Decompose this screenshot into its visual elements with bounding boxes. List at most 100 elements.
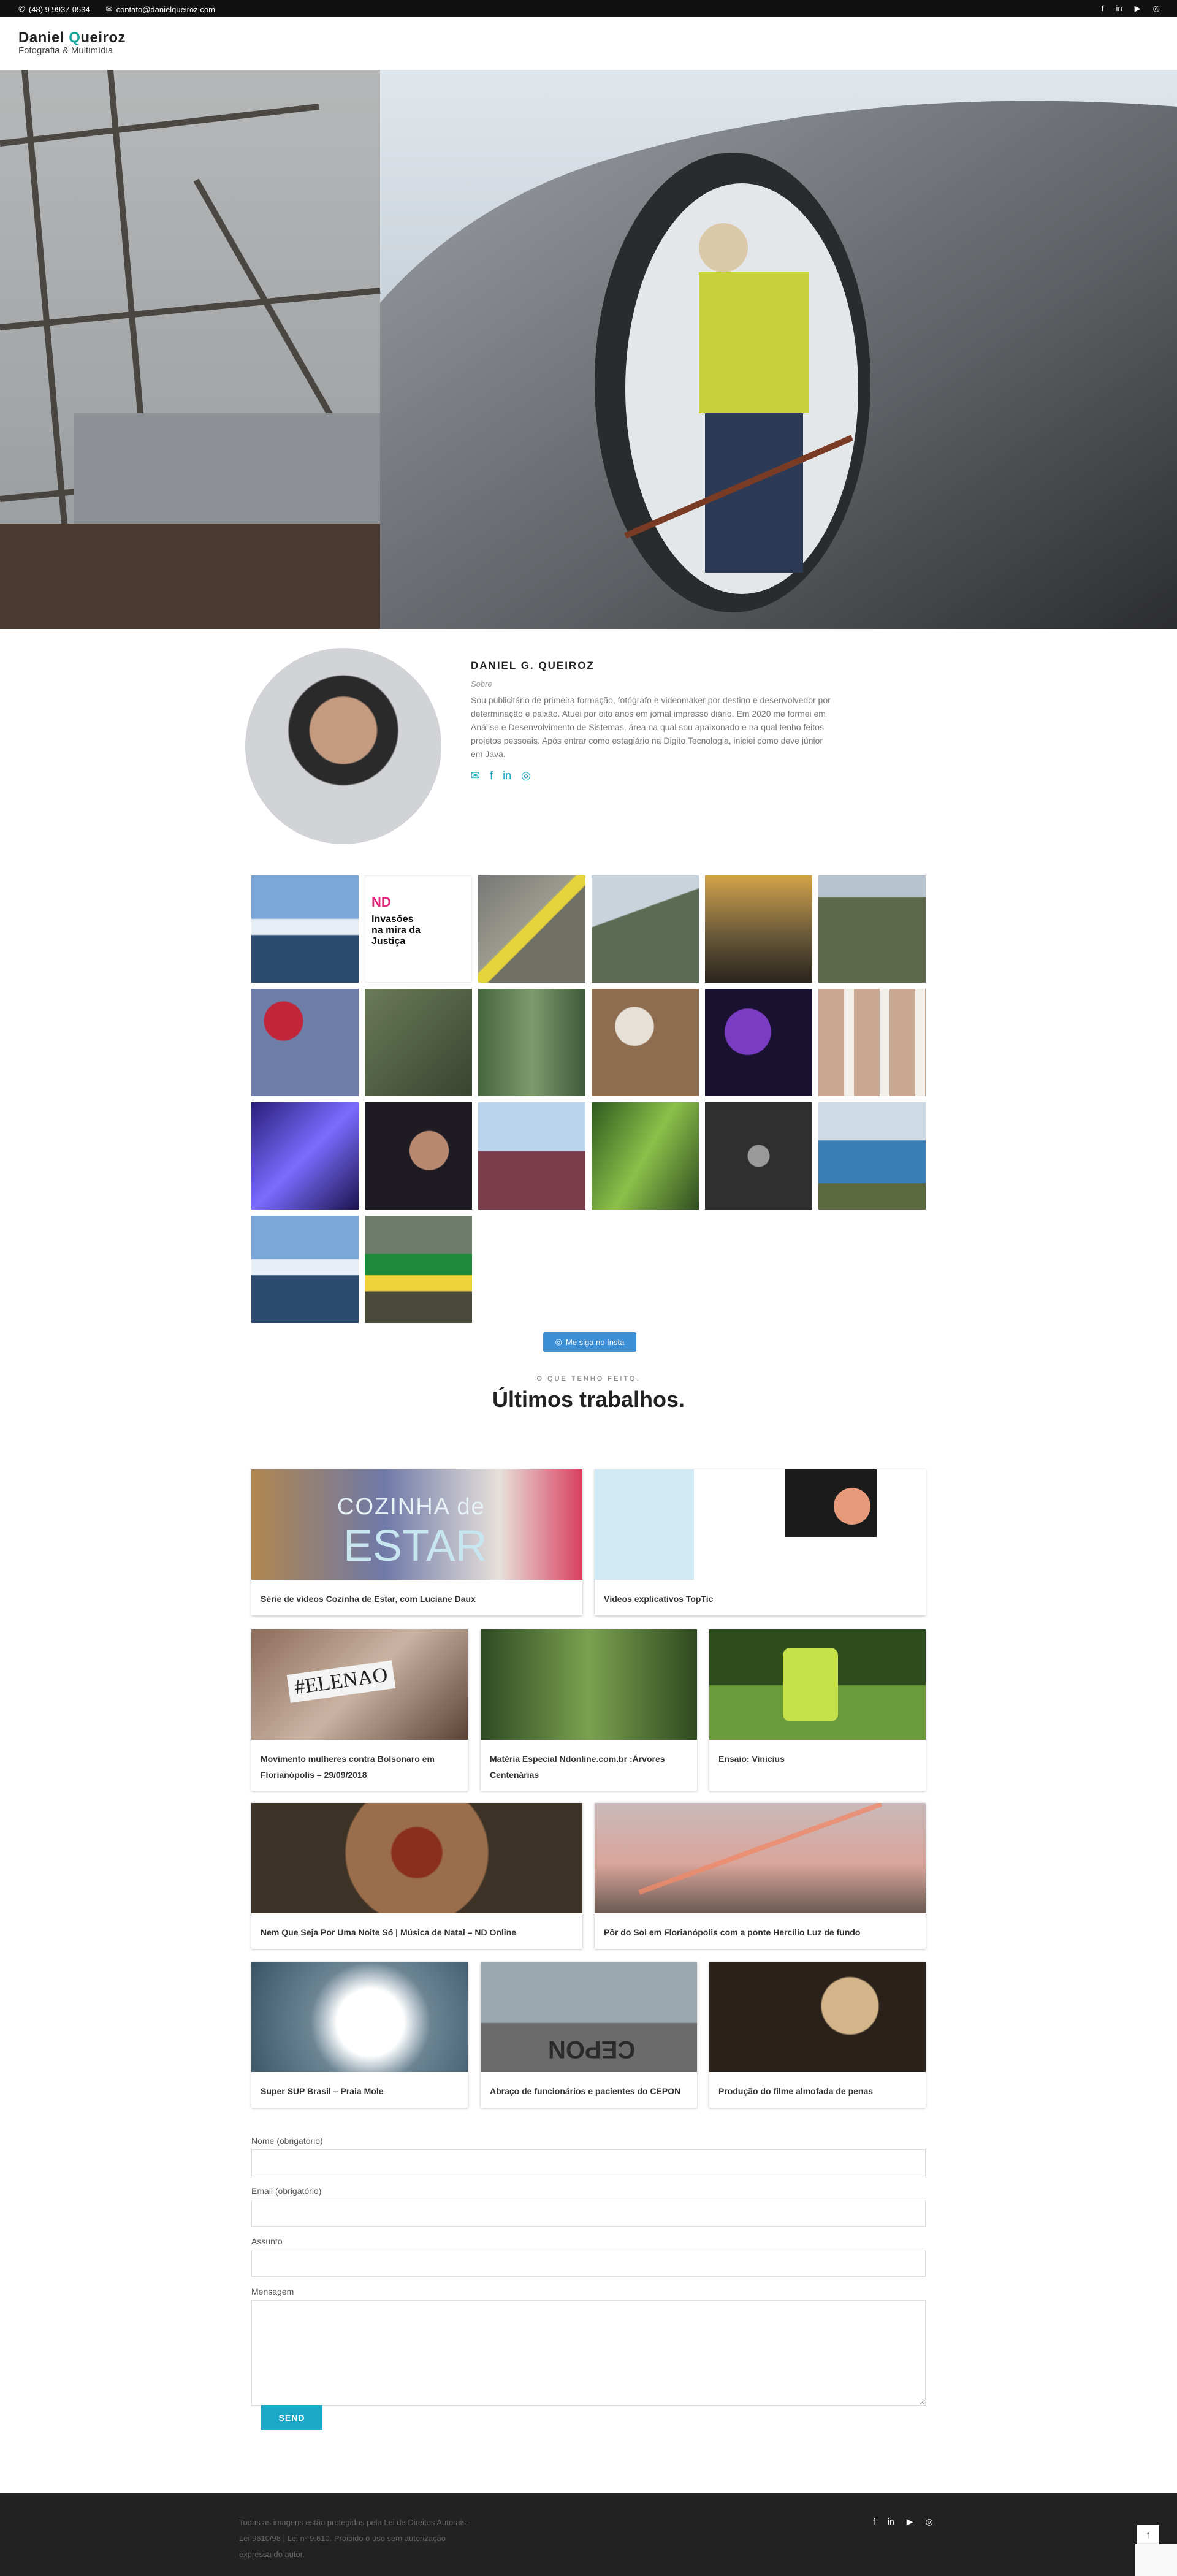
about-text: Sou publicitário de primeira formação, f… (471, 695, 831, 759)
post-logo: ND (371, 894, 391, 910)
subject-field[interactable] (251, 2250, 926, 2277)
instagram-icon: ◎ (555, 1337, 562, 1346)
facebook-icon[interactable]: f (490, 769, 493, 782)
contact-info: ✆ (48) 9 9937-0534 ✉ contato@danielqueiroz… (18, 4, 215, 14)
top-bar: ✆ (48) 9 9937-0534 ✉ contato@danielqueiroz… (0, 0, 1177, 17)
instagram-post[interactable] (818, 989, 926, 1096)
site-footer: Todas as imagens estão protegidas pela L… (0, 2493, 1177, 2576)
instagram-post[interactable] (818, 875, 926, 983)
youtube-icon[interactable]: ▶ (1135, 4, 1141, 13)
instagram-post[interactable] (592, 1102, 699, 1210)
instagram-post[interactable] (705, 1102, 812, 1210)
work-thumbnail (251, 1803, 582, 1913)
envelope-icon: ✉ (105, 4, 113, 13)
email-field[interactable] (251, 2200, 926, 2227)
instagram-feed: ND Invasões na mira da Justiça (251, 875, 926, 1323)
instagram-post[interactable] (365, 1216, 472, 1323)
work-overlay-big: #ELENAO (286, 1660, 396, 1703)
hero-photo (0, 70, 1177, 629)
instagram-icon[interactable]: ◎ (1153, 4, 1160, 13)
work-caption: Pôr do Sol em Florianópolis com a ponte … (604, 1927, 861, 1937)
instagram-post[interactable] (251, 875, 359, 983)
work-caption: Vídeos explicativos TopTic (604, 1594, 714, 1604)
contact-form: Nome (obrigatório) Email (obrigatório) A… (251, 2136, 926, 2406)
work-thumbnail (709, 1962, 926, 2072)
message-field[interactable] (251, 2300, 926, 2406)
send-button[interactable]: SEND (261, 2405, 322, 2430)
instagram-grid: ND Invasões na mira da Justiça (251, 875, 926, 1323)
work-card[interactable]: Super SUP Brasil – Praia Mole (251, 1962, 468, 2108)
work-caption: Abraço de funcionários e pacientes do CE… (490, 2086, 681, 2096)
instagram-post[interactable] (251, 1102, 359, 1210)
phone-contact[interactable]: ✆ (48) 9 9937-0534 (18, 4, 90, 14)
hero-image (0, 70, 1177, 629)
work-thumbnail: COZINHA de ESTAR (251, 1469, 582, 1580)
about-section: DANIEL G. QUEIROZ Sobre Sou publicitário… (471, 660, 832, 782)
linkedin-icon[interactable]: in (888, 2517, 894, 2527)
email-label: Email (obrigatório) (251, 2186, 322, 2196)
about-social-icons: ✉ f in ◎ (471, 769, 832, 782)
about-subtitle: Sobre (471, 679, 492, 688)
footer-social-links: f in ▶ ◎ (873, 2517, 933, 2527)
work-card[interactable]: #ELENAO Movimento mulheres contra Bolson… (251, 1629, 468, 1791)
work-overlay-small: COZINHA de (337, 1494, 486, 1520)
instagram-post[interactable]: ND Invasões na mira da Justiça (365, 875, 472, 983)
logo-tagline: Fotografia & Multimídia (18, 45, 113, 56)
linkedin-icon[interactable]: in (1116, 4, 1122, 13)
work-card[interactable]: Nem Que Seja Por Uma Noite Só | Música d… (251, 1803, 582, 1949)
facebook-icon[interactable]: f (873, 2517, 875, 2527)
work-thumbnail (251, 1962, 468, 2072)
email-contact[interactable]: ✉ contato@danielqueiroz.com (106, 4, 215, 14)
facebook-icon[interactable]: f (1102, 4, 1104, 13)
site-header: Daniel Queiroz Fotografia & Multimídia (0, 17, 1177, 70)
post-headline: Invasões na mira da Justiça (371, 914, 421, 947)
instagram-post[interactable] (251, 989, 359, 1096)
instagram-icon[interactable]: ◎ (521, 769, 531, 782)
instagram-post[interactable] (705, 989, 812, 1096)
instagram-post[interactable] (365, 989, 472, 1096)
subject-label: Assunto (251, 2236, 283, 2246)
work-card[interactable]: COZINHA de ESTAR Série de vídeos Cozinha… (251, 1469, 582, 1615)
instagram-post[interactable] (478, 989, 585, 1096)
work-card[interactable]: Vídeos explicativos TopTic (595, 1469, 926, 1615)
logo-name: Daniel Queiroz (18, 29, 126, 46)
works-title: Últimos trabalhos. (492, 1387, 685, 1412)
work-thumbnail: CEPON (481, 1962, 697, 2072)
profile-photo (245, 648, 441, 844)
email-text: contato@danielqueiroz.com (116, 4, 215, 14)
work-caption: Nem Que Seja Por Uma Noite Só | Música d… (261, 1927, 517, 1937)
instagram-post[interactable] (478, 875, 585, 983)
about-name: DANIEL G. QUEIROZ (471, 660, 595, 671)
work-card[interactable]: Ensaio: Vinicius (709, 1629, 926, 1791)
scroll-to-top-button[interactable]: ↑ (1137, 2525, 1159, 2547)
message-label: Mensagem (251, 2287, 294, 2296)
instagram-post[interactable] (592, 989, 699, 1096)
instagram-post[interactable] (592, 875, 699, 983)
work-thumbnail: #ELENAO (251, 1629, 468, 1740)
youtube-icon[interactable]: ▶ (907, 2517, 913, 2527)
instagram-post[interactable] (365, 1102, 472, 1210)
work-thumbnail (595, 1469, 926, 1580)
work-card[interactable]: CEPON Abraço de funcionários e pacientes… (481, 1962, 697, 2108)
work-card[interactable]: Produção do filme almofada de penas (709, 1962, 926, 2108)
work-caption: Movimento mulheres contra Bolsonaro em F… (261, 1754, 435, 1780)
instagram-post[interactable] (478, 1102, 585, 1210)
instagram-icon[interactable]: ◎ (926, 2517, 933, 2527)
top-social-links: f in ▶ ◎ (1102, 4, 1160, 13)
email-icon[interactable]: ✉ (471, 769, 480, 782)
instagram-post[interactable] (705, 875, 812, 983)
site-logo[interactable]: Daniel Queiroz Fotografia & Multimídia (18, 29, 126, 56)
work-caption: Série de vídeos Cozinha de Estar, com Lu… (261, 1594, 476, 1604)
instagram-post[interactable] (818, 1102, 926, 1210)
instagram-follow-button[interactable]: ◎ Me siga no Insta (543, 1332, 636, 1352)
work-card[interactable]: Pôr do Sol em Florianópolis com a ponte … (595, 1803, 926, 1949)
work-caption: Super SUP Brasil – Praia Mole (261, 2086, 384, 2096)
work-caption: Matéria Especial Ndonline.com.br :Árvore… (490, 1754, 665, 1780)
name-field[interactable] (251, 2149, 926, 2176)
work-card[interactable]: Matéria Especial Ndonline.com.br :Árvore… (481, 1629, 697, 1791)
recaptcha-badge[interactable] (1135, 2544, 1177, 2576)
work-overlay-big: ESTAR (343, 1522, 487, 1571)
works-eyebrow: O QUE TENHO FEITO. (536, 1375, 641, 1382)
instagram-post[interactable] (251, 1216, 359, 1323)
linkedin-icon[interactable]: in (503, 769, 511, 782)
